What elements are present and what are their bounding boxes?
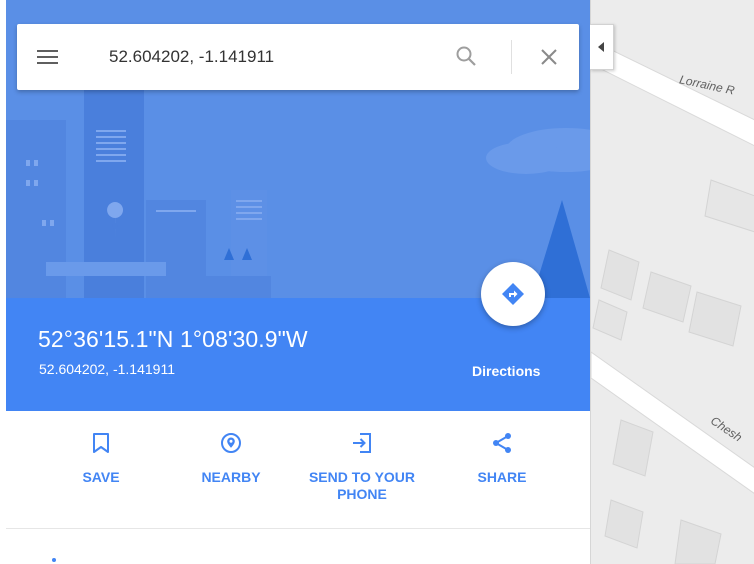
hamburger-menu-icon[interactable] (37, 43, 67, 71)
close-icon (541, 49, 557, 65)
send-to-phone-label: SEND TO YOUR PHONE (308, 469, 416, 502)
directions-label[interactable]: Directions (472, 363, 540, 379)
map-canvas[interactable]: Lorraine R Chesh (590, 0, 754, 564)
side-panel: 52°36'15.1"N 1°08'30.9"W 52.604202, -1.1… (6, 0, 590, 564)
search-button[interactable] (449, 39, 483, 73)
collapse-panel-button[interactable] (590, 24, 614, 70)
share-icon (493, 433, 511, 453)
place-decimal-coordinates[interactable]: 52.604202, -1.141911 (39, 361, 175, 377)
action-row: SAVE NEARBY SEND TO YOUR PHONE SHARE (6, 411, 590, 529)
send-to-phone-button[interactable]: SEND TO YOUR PHONE (302, 429, 422, 503)
bookmark-icon (93, 433, 109, 453)
share-button[interactable]: SHARE (442, 429, 562, 486)
save-button[interactable]: SAVE (41, 429, 161, 486)
nearby-label: NEARBY (201, 469, 261, 485)
more-info-indicator (52, 558, 56, 562)
search-divider (511, 40, 512, 74)
share-label: SHARE (477, 469, 527, 485)
maps-window: Lorraine R Chesh 52°36'15.1"N 1°08'30.9"… (0, 0, 754, 564)
search-box (17, 24, 579, 90)
clear-search-button[interactable] (532, 40, 566, 74)
directions-diamond-icon (502, 283, 524, 305)
search-input[interactable] (109, 44, 429, 70)
place-pin-icon (221, 433, 241, 453)
collapse-panel-arrow-icon (597, 42, 604, 52)
nearby-button[interactable]: NEARBY (171, 429, 291, 486)
directions-button[interactable] (481, 262, 545, 326)
save-label: SAVE (82, 469, 120, 485)
search-icon (456, 46, 476, 66)
send-to-device-icon (353, 433, 371, 453)
place-title-coordinates: 52°36'15.1"N 1°08'30.9"W (38, 326, 308, 352)
